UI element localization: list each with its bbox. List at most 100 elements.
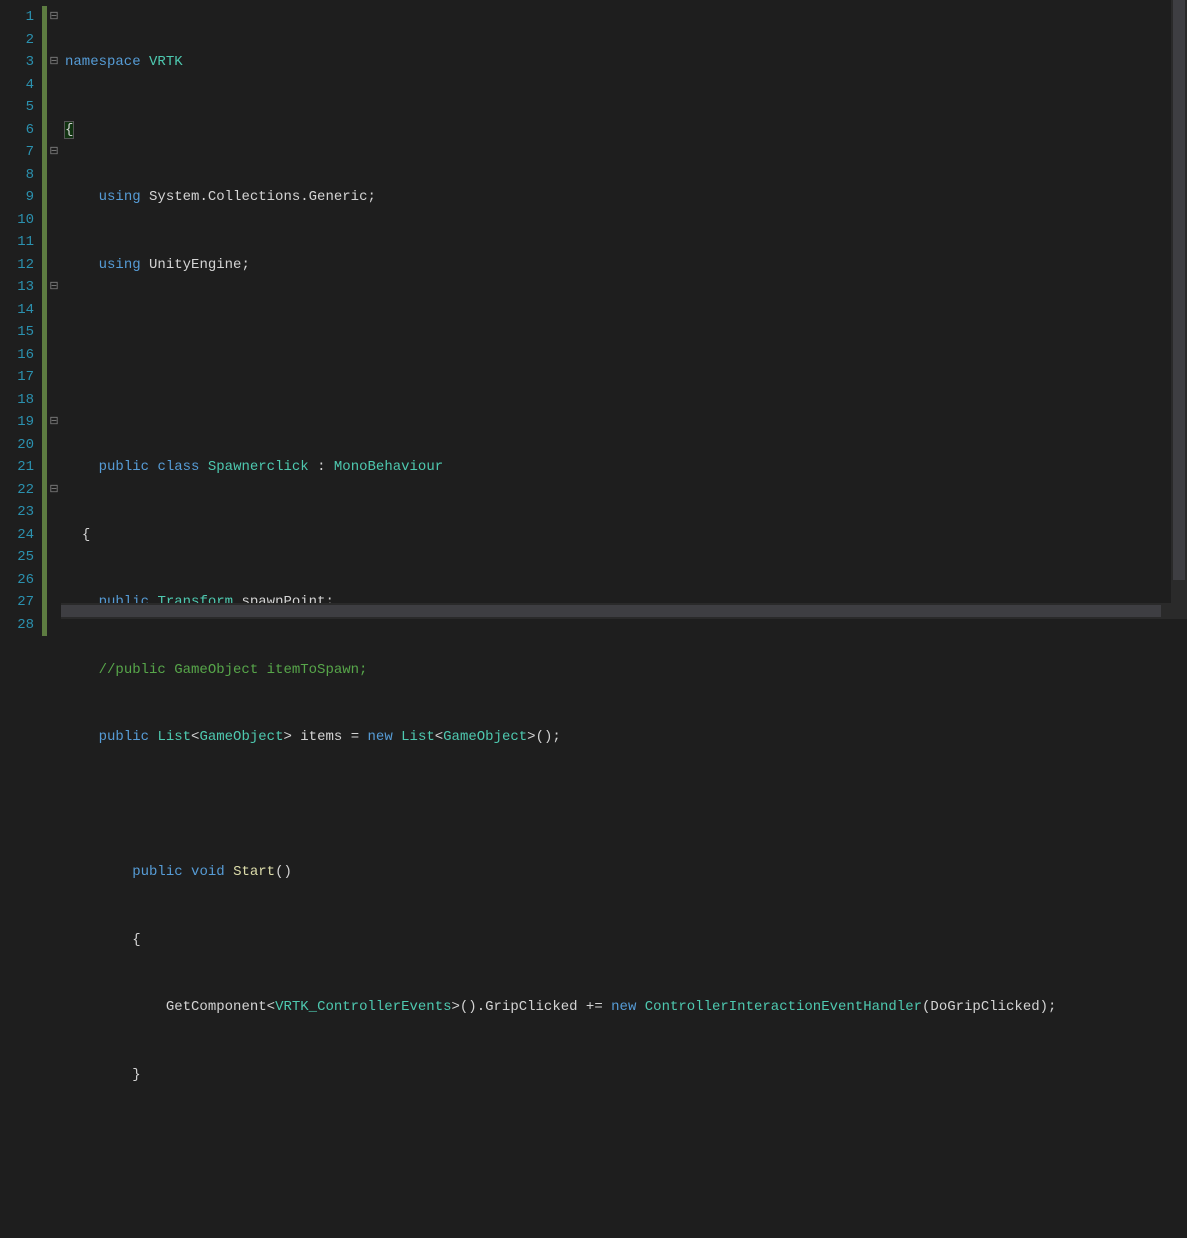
line-number: 21 <box>4 456 34 479</box>
keyword: class <box>157 459 199 475</box>
vertical-scrollbar[interactable] <box>1171 0 1187 619</box>
keyword: new <box>611 999 636 1015</box>
line-number: 14 <box>4 299 34 322</box>
line-number: 25 <box>4 546 34 569</box>
line-number: 24 <box>4 524 34 547</box>
type-param: VRTK_ControllerEvents <box>275 999 451 1015</box>
code-line[interactable]: public class Spawnerclick : MonoBehaviou… <box>65 456 1187 479</box>
code-line[interactable]: { <box>65 524 1187 547</box>
line-number: 16 <box>4 344 34 367</box>
code-line[interactable]: public void Start() <box>65 861 1187 884</box>
keyword: public <box>132 864 182 880</box>
horizontal-scrollbar[interactable] <box>61 603 1171 619</box>
fold-spacer <box>47 569 61 592</box>
line-number: 11 <box>4 231 34 254</box>
line-number: 10 <box>4 209 34 232</box>
identifier: GetComponent <box>166 999 267 1015</box>
fold-column[interactable]: ⊟ ⊟ ⊟ ⊟ ⊟ ⊟ <box>47 0 61 619</box>
fold-spacer <box>47 389 61 412</box>
fold-spacer <box>47 299 61 322</box>
class-name: Spawnerclick <box>208 459 309 475</box>
fold-spacer <box>47 524 61 547</box>
code-line[interactable] <box>65 1131 1187 1154</box>
fold-toggle-icon[interactable]: ⊟ <box>47 276 61 299</box>
fold-spacer <box>47 366 61 389</box>
line-number: 22 <box>4 479 34 502</box>
code-line[interactable]: { <box>65 119 1187 142</box>
type-param: GameObject <box>443 729 527 745</box>
line-number-gutter: 1234567891011121314151617181920212223242… <box>0 0 42 619</box>
code-line[interactable]: { <box>65 929 1187 952</box>
brace: } <box>132 1067 140 1083</box>
namespace-name: VRTK <box>149 54 183 70</box>
punct: : <box>317 459 325 475</box>
line-number: 27 <box>4 591 34 614</box>
fold-spacer <box>47 74 61 97</box>
fold-toggle-icon[interactable]: ⊟ <box>47 51 61 74</box>
fold-spacer <box>47 456 61 479</box>
code-line[interactable]: } <box>65 1064 1187 1087</box>
identifier: System.Collections.Generic; <box>149 189 376 205</box>
fold-spacer <box>47 96 61 119</box>
fold-toggle-icon[interactable]: ⊟ <box>47 6 61 29</box>
fold-spacer <box>47 344 61 367</box>
line-number: 28 <box>4 614 34 637</box>
keyword: using <box>99 257 141 273</box>
fold-toggle-icon[interactable]: ⊟ <box>47 141 61 164</box>
code-line[interactable]: using System.Collections.Generic; <box>65 186 1187 209</box>
comment: //public GameObject itemToSpawn; <box>99 662 368 678</box>
line-number: 1 <box>4 6 34 29</box>
code-line[interactable]: namespace VRTK <box>65 51 1187 74</box>
line-number: 5 <box>4 96 34 119</box>
type-param: GameObject <box>199 729 283 745</box>
line-number: 6 <box>4 119 34 142</box>
code-line[interactable] <box>65 794 1187 817</box>
keyword: namespace <box>65 54 141 70</box>
line-number: 3 <box>4 51 34 74</box>
scrollbar-thumb[interactable] <box>61 605 1161 617</box>
brace: { <box>132 932 140 948</box>
line-number: 8 <box>4 164 34 187</box>
fold-spacer <box>47 434 61 457</box>
brace: { <box>82 527 90 543</box>
code-line[interactable] <box>65 1199 1187 1222</box>
line-number: 12 <box>4 254 34 277</box>
code-line[interactable] <box>65 389 1187 412</box>
code-line[interactable] <box>65 321 1187 344</box>
keyword: void <box>191 864 225 880</box>
code-area[interactable]: namespace VRTK { using System.Collection… <box>61 0 1187 619</box>
code-editor[interactable]: 1234567891011121314151617181920212223242… <box>0 0 1187 619</box>
keyword: public <box>99 729 149 745</box>
code-line[interactable]: GetComponent<VRTK_ControllerEvents>().Gr… <box>65 996 1187 1019</box>
identifier: items <box>300 729 342 745</box>
fold-spacer <box>47 186 61 209</box>
line-number: 15 <box>4 321 34 344</box>
line-number: 23 <box>4 501 34 524</box>
fold-spacer <box>47 119 61 142</box>
line-number: 4 <box>4 74 34 97</box>
brace: { <box>65 122 73 138</box>
type: ControllerInteractionEventHandler <box>645 999 922 1015</box>
fold-spacer <box>47 546 61 569</box>
fold-spacer <box>47 209 61 232</box>
code-line[interactable]: //public GameObject itemToSpawn; <box>65 659 1187 682</box>
line-number: 20 <box>4 434 34 457</box>
line-number: 9 <box>4 186 34 209</box>
line-number: 17 <box>4 366 34 389</box>
line-number: 18 <box>4 389 34 412</box>
line-number: 19 <box>4 411 34 434</box>
fold-toggle-icon[interactable]: ⊟ <box>47 479 61 502</box>
code-line[interactable]: public List<GameObject> items = new List… <box>65 726 1187 749</box>
identifier: UnityEngine; <box>149 257 250 273</box>
line-number: 26 <box>4 569 34 592</box>
line-number: 2 <box>4 29 34 52</box>
base-class: MonoBehaviour <box>334 459 443 475</box>
keyword: using <box>99 189 141 205</box>
type: List <box>157 729 191 745</box>
fold-spacer <box>47 591 61 614</box>
code-line[interactable]: using UnityEngine; <box>65 254 1187 277</box>
fold-spacer <box>47 29 61 52</box>
fold-toggle-icon[interactable]: ⊟ <box>47 411 61 434</box>
fold-spacer <box>47 164 61 187</box>
scrollbar-thumb[interactable] <box>1173 0 1185 580</box>
